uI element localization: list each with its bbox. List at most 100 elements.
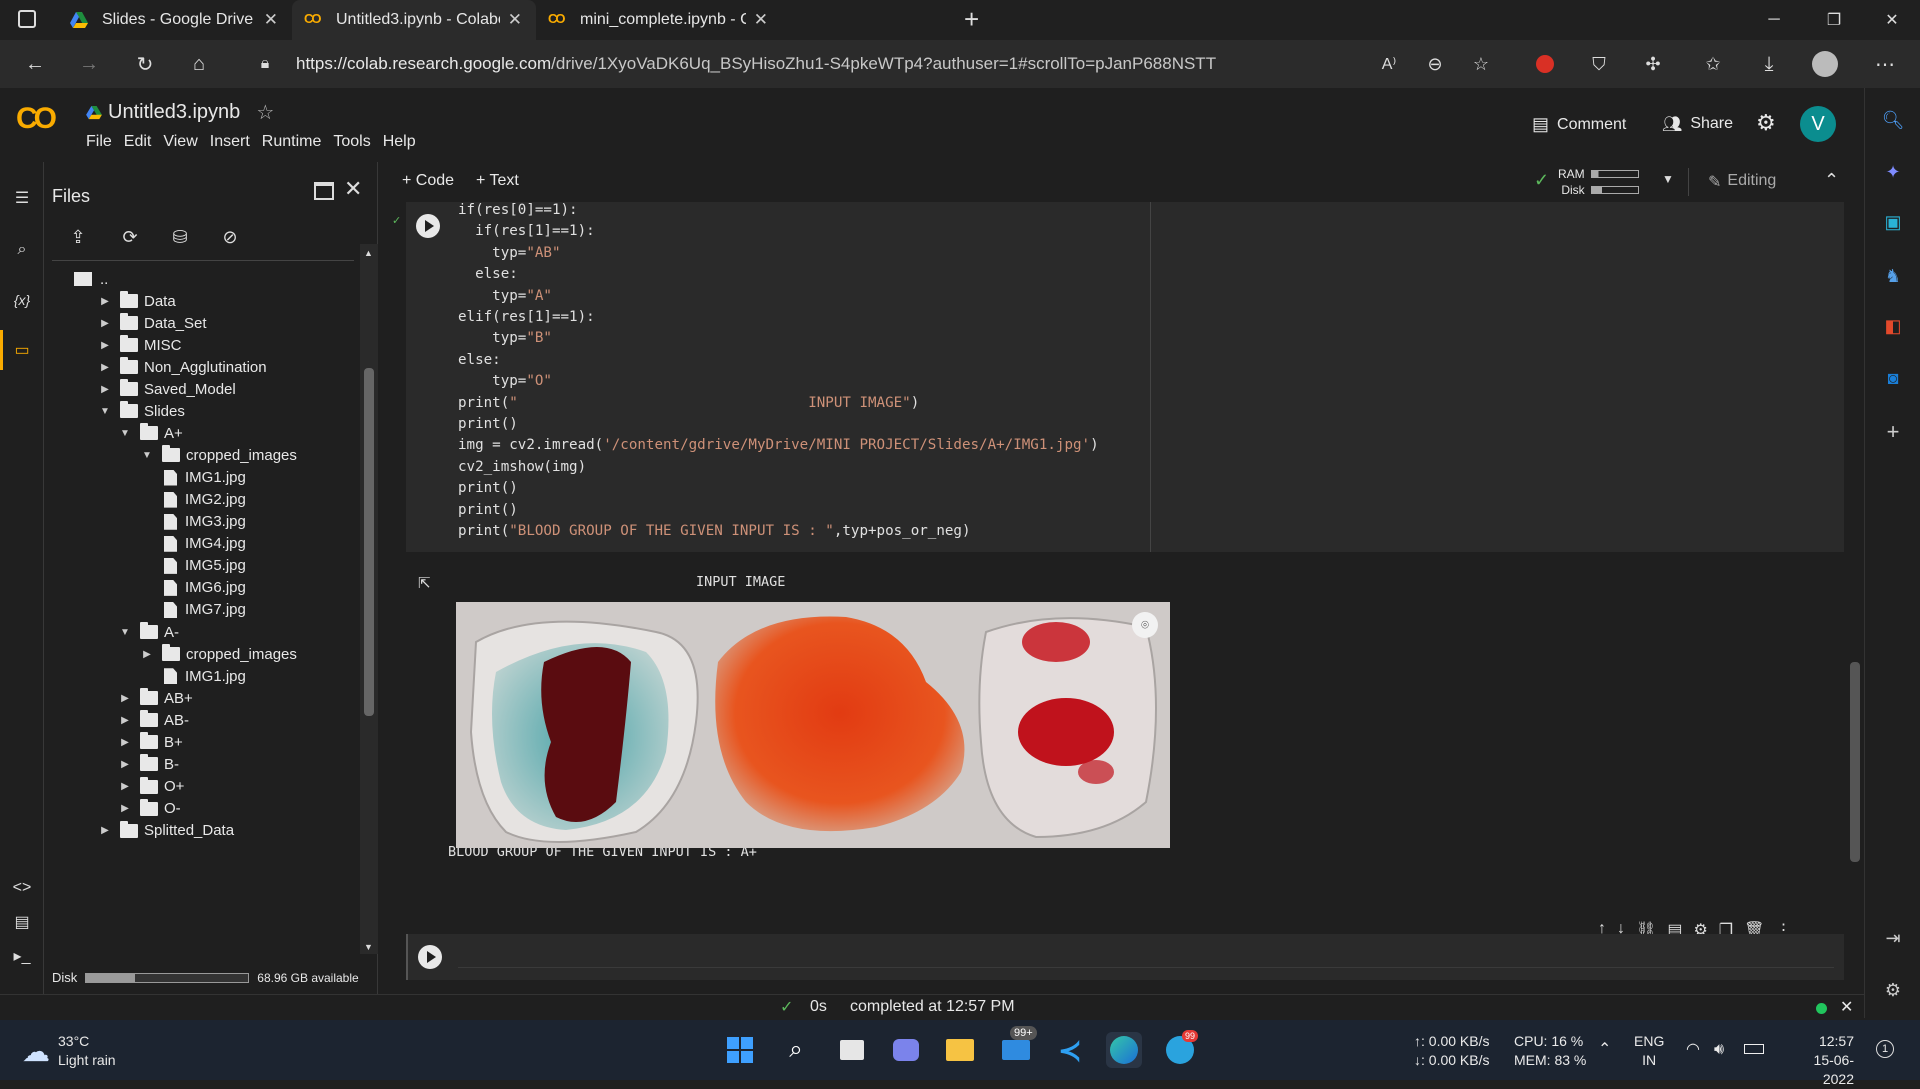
file-row[interactable]: IMG6.jpg xyxy=(140,577,246,599)
back-icon[interactable]: ← xyxy=(18,48,52,80)
settings-gear-icon[interactable]: ⚙ xyxy=(1756,110,1776,136)
notebook-title[interactable]: Untitled3.ipynb ☆ xyxy=(86,100,274,125)
chevron-down-icon[interactable]: ▼ xyxy=(98,406,112,417)
file-row[interactable]: IMG7.jpg xyxy=(140,599,246,621)
folder-row[interactable]: ▶ MISC xyxy=(98,334,182,356)
scroll-up-icon[interactable]: ▲ xyxy=(364,248,373,258)
lock-icon[interactable]: 🔒︎ xyxy=(248,48,282,80)
edge-browser-icon[interactable] xyxy=(1106,1032,1142,1068)
sidebar-toggle-icon[interactable]: ⇥ xyxy=(1881,926,1905,950)
lens-icon[interactable]: ⌾ xyxy=(1132,612,1158,638)
folder-row[interactable]: ▼ A+ xyxy=(118,422,183,444)
folder-row[interactable]: ▶ Data_Set xyxy=(98,312,207,334)
add-code-button[interactable]: + Code xyxy=(402,172,454,190)
teams-chat-icon[interactable] xyxy=(888,1032,924,1068)
tab-actions-icon[interactable] xyxy=(18,10,36,28)
terminal-icon[interactable]: ▸_ xyxy=(10,944,34,968)
folder-row[interactable]: ▶ Saved_Model xyxy=(98,378,236,400)
file-row[interactable]: IMG1.jpg xyxy=(140,467,246,489)
open-in-tab-icon[interactable] xyxy=(314,182,334,200)
colab-logo[interactable]: CO xyxy=(16,102,57,136)
more-options-icon[interactable]: ⋯ xyxy=(1868,48,1902,80)
folder-row[interactable]: ▶ AB+ xyxy=(118,687,193,709)
chevron-right-icon[interactable]: ▶ xyxy=(118,737,132,748)
file-row[interactable]: IMG5.jpg xyxy=(140,555,246,577)
telegram-icon[interactable]: 99 xyxy=(1162,1030,1199,1068)
refresh-folder-icon[interactable]: ⟳ xyxy=(116,224,144,250)
close-window-icon[interactable]: ✕ xyxy=(1864,0,1920,40)
office-icon[interactable]: ◧ xyxy=(1881,314,1905,338)
volume-icon[interactable]: 🔊︎ xyxy=(1714,1040,1724,1059)
command-palette-icon[interactable]: ▤ xyxy=(10,910,34,934)
home-icon[interactable]: ⌂ xyxy=(182,48,216,80)
extension-red-icon[interactable] xyxy=(1528,48,1562,80)
add-icon[interactable]: + xyxy=(1881,419,1905,444)
empty-code-cell[interactable] xyxy=(406,934,1844,980)
restore-icon[interactable]: ❐ xyxy=(1806,0,1862,40)
sparkle-icon[interactable]: ✦ xyxy=(1881,160,1905,184)
folder-row[interactable]: ▶ O- xyxy=(118,798,181,820)
table-of-contents-icon[interactable]: ☰ xyxy=(10,186,34,210)
folder-row[interactable]: ▶ Non_Agglutination xyxy=(98,356,267,378)
code-editor[interactable]: if(res[0]==1): if(res[1]==1): typ="AB" e… xyxy=(458,200,1099,543)
run-cell-button[interactable] xyxy=(418,945,442,969)
editing-button[interactable]: ✎ Editing xyxy=(1708,172,1776,192)
folder-row[interactable]: ▶ Splitted_Data xyxy=(98,820,234,842)
clock[interactable]: 12:57 15-06-2022 xyxy=(1784,1032,1854,1089)
menu-file[interactable]: File xyxy=(80,133,118,151)
search-icon[interactable]: 🔍︎ xyxy=(1881,108,1905,132)
add-text-button[interactable]: + Text xyxy=(476,172,519,190)
resources-dropdown-icon[interactable]: ▼ xyxy=(1662,172,1674,186)
chevron-right-icon[interactable]: ▶ xyxy=(118,715,132,726)
menu-tools[interactable]: Tools xyxy=(327,133,376,151)
profile-icon[interactable] xyxy=(1808,48,1842,80)
settings-icon[interactable]: ⚙ xyxy=(1881,978,1905,1002)
upload-file-icon[interactable]: ⇪ xyxy=(64,224,92,250)
resources-indicator[interactable]: RAM Disk xyxy=(1558,166,1639,198)
menu-help[interactable]: Help xyxy=(377,133,422,151)
shield-icon[interactable]: ⛉ xyxy=(1582,48,1616,80)
reload-icon[interactable]: ↻ xyxy=(128,48,162,80)
chevron-down-icon[interactable]: ▼ xyxy=(140,450,154,461)
menu-edit[interactable]: Edit xyxy=(118,133,158,151)
folder-row[interactable]: ▶ B- xyxy=(118,753,179,775)
chevron-right-icon[interactable]: ▶ xyxy=(140,649,154,660)
folder-row[interactable]: ▼ cropped_images xyxy=(140,444,297,466)
close-tab-icon[interactable]: ✕ xyxy=(264,10,278,30)
search-icon[interactable]: ⌕ xyxy=(10,238,34,262)
avatar[interactable]: V xyxy=(1800,106,1836,142)
code-input[interactable] xyxy=(458,946,1834,968)
file-row[interactable]: IMG1.jpg xyxy=(140,665,246,687)
battery-icon[interactable] xyxy=(1744,1044,1764,1054)
file-row[interactable]: IMG3.jpg xyxy=(140,511,246,533)
menu-view[interactable]: View xyxy=(157,133,203,151)
hide-files-icon[interactable]: ⊘ xyxy=(216,224,244,250)
parent-folder-row[interactable]: .. xyxy=(74,268,108,290)
notification-badge[interactable]: 1 xyxy=(1876,1040,1894,1058)
share-button[interactable]: 👥︎ Share xyxy=(1662,114,1733,134)
start-icon[interactable] xyxy=(722,1032,758,1068)
read-aloud-icon[interactable]: A⁾ xyxy=(1372,48,1406,80)
favorites-icon[interactable]: ✩ xyxy=(1696,48,1730,80)
comment-button[interactable]: ▤ Comment xyxy=(1532,114,1626,135)
browser-tab-mini-complete[interactable]: CO mini_complete.ipynb - Colaborat ✕ xyxy=(536,0,782,40)
files-scrollbar-thumb[interactable] xyxy=(364,368,374,716)
zoom-icon[interactable]: ⊖ xyxy=(1418,48,1452,80)
run-cell-button[interactable] xyxy=(416,214,440,238)
briefcase-icon[interactable]: ▣ xyxy=(1881,210,1905,234)
minimize-icon[interactable]: ─ xyxy=(1746,0,1802,40)
star-icon[interactable]: ☆ xyxy=(256,100,274,125)
chevron-right-icon[interactable]: ▶ xyxy=(98,340,112,351)
forward-icon[interactable]: → xyxy=(72,48,106,80)
language-indicator[interactable]: ENG IN xyxy=(1634,1032,1664,1070)
folder-row[interactable]: ▶ cropped_images xyxy=(140,643,297,665)
browser-tab-untitled3[interactable]: CO Untitled3.ipynb - Colaboratory ✕ xyxy=(292,0,536,40)
file-explorer-icon[interactable] xyxy=(942,1032,978,1068)
chevron-right-icon[interactable]: ▶ xyxy=(98,384,112,395)
close-status-icon[interactable]: ✕ xyxy=(1840,997,1853,1017)
browser-tab-drive[interactable]: Slides - Google Drive ✕ xyxy=(58,0,292,40)
wifi-icon[interactable]: ◠ xyxy=(1686,1040,1700,1059)
favorite-add-icon[interactable]: ☆ xyxy=(1464,48,1498,80)
file-row[interactable]: IMG2.jpg xyxy=(140,489,246,511)
new-tab-button[interactable]: + xyxy=(964,4,979,35)
